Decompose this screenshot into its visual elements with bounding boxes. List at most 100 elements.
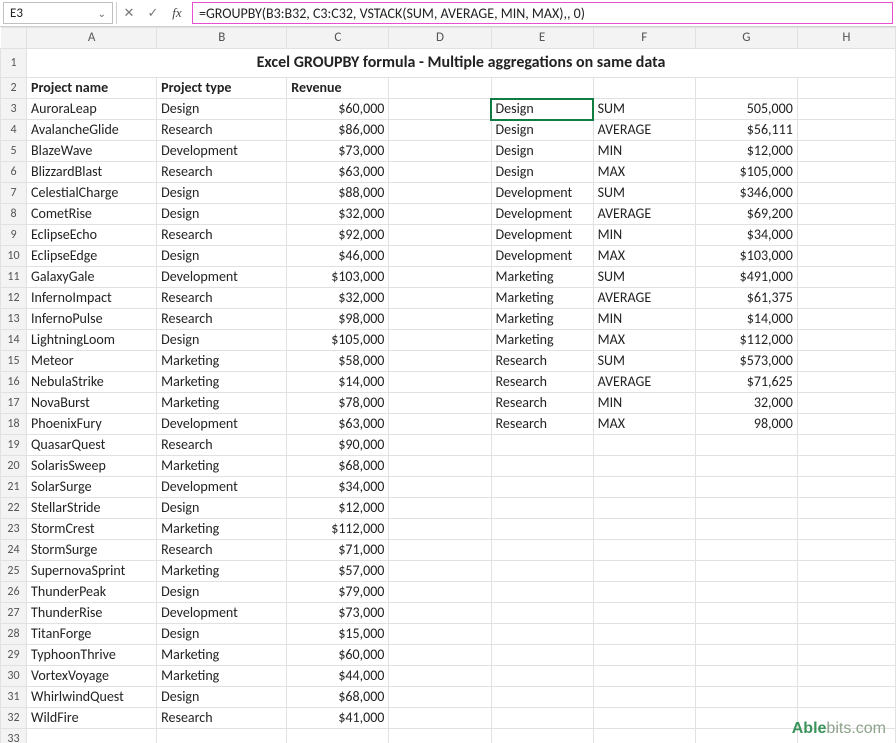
cell-group[interactable]: Design [491,141,593,162]
cell[interactable] [389,561,491,582]
cell-agg[interactable] [593,582,695,603]
cell-project-name[interactable]: Meteor [27,351,157,372]
cell-agg[interactable] [593,666,695,687]
cell-project-type[interactable]: Marketing [157,372,287,393]
row-header[interactable]: 17 [1,393,27,414]
cell-value[interactable] [695,687,797,708]
cell-agg[interactable]: SUM [593,183,695,204]
cell-project-name[interactable]: NovaBurst [27,393,157,414]
cell[interactable] [389,666,491,687]
cell-value[interactable] [695,456,797,477]
row-header[interactable]: 10 [1,246,27,267]
cell-revenue[interactable]: $71,000 [287,540,389,561]
cell-project-name[interactable]: InfernoImpact [27,288,157,309]
cell-project-type[interactable]: Research [157,309,287,330]
cell-revenue[interactable]: $73,000 [287,141,389,162]
cell-project-type[interactable]: Marketing [157,561,287,582]
cell-value[interactable] [695,666,797,687]
cell-value[interactable] [695,645,797,666]
cell-group[interactable] [491,519,593,540]
cell-group[interactable]: Design [491,162,593,183]
cell-agg[interactable]: AVERAGE [593,120,695,141]
formula-input[interactable]: =GROUPBY(B3:B32, C3:C32, VSTACK(SUM, AVE… [192,2,893,24]
cell[interactable] [491,78,593,99]
row-header[interactable]: 7 [1,183,27,204]
cell-project-name[interactable]: WhirlwindQuest [27,687,157,708]
cell-group[interactable]: Development [491,183,593,204]
col-header[interactable]: G [695,28,797,49]
row-header[interactable]: 4 [1,120,27,141]
cell-value[interactable] [695,498,797,519]
cell-value[interactable]: $56,111 [695,120,797,141]
cell-agg[interactable] [593,456,695,477]
cell-agg[interactable]: MAX [593,162,695,183]
cell-revenue[interactable]: $58,000 [287,351,389,372]
cell-value[interactable]: $12,000 [695,141,797,162]
cell-value[interactable]: $491,000 [695,267,797,288]
row-header[interactable]: 1 [1,49,27,78]
cell-project-name[interactable]: TitanForge [27,624,157,645]
cell-agg[interactable] [593,687,695,708]
fx-icon[interactable]: fx [165,2,189,24]
cell[interactable] [389,393,491,414]
row-header[interactable]: 9 [1,225,27,246]
cell-project-type[interactable]: Marketing [157,456,287,477]
header-revenue[interactable]: Revenue [287,78,389,99]
cell-value[interactable]: 32,000 [695,393,797,414]
cell-project-name[interactable]: SolarSurge [27,477,157,498]
cell-group[interactable]: Design [491,120,593,141]
cell-revenue[interactable]: $112,000 [287,519,389,540]
cell-value[interactable]: $61,375 [695,288,797,309]
row-header[interactable]: 26 [1,582,27,603]
cell-project-type[interactable]: Development [157,414,287,435]
cell[interactable] [389,603,491,624]
cell[interactable] [695,78,797,99]
cell-project-name[interactable]: BlazeWave [27,141,157,162]
cell-group[interactable]: Development [491,204,593,225]
chevron-down-icon[interactable]: ⌄ [98,7,106,20]
row-header[interactable]: 27 [1,603,27,624]
cell[interactable] [389,309,491,330]
cell-agg[interactable] [593,645,695,666]
cell-project-type[interactable]: Design [157,330,287,351]
cell-project-type[interactable]: Marketing [157,645,287,666]
row-header[interactable]: 30 [1,666,27,687]
cell-project-name[interactable]: AvalancheGlide [27,120,157,141]
cell-group[interactable]: Marketing [491,309,593,330]
cell-agg[interactable]: SUM [593,351,695,372]
cell[interactable] [389,351,491,372]
cell-project-type[interactable]: Design [157,246,287,267]
cell-revenue[interactable]: $68,000 [287,456,389,477]
cell[interactable] [389,372,491,393]
cell-agg[interactable]: SUM [593,99,695,120]
cell-revenue[interactable] [287,729,389,743]
cell-project-type[interactable]: Marketing [157,666,287,687]
cell-value[interactable]: $69,200 [695,204,797,225]
cell[interactable] [389,729,491,743]
cell-agg[interactable] [593,519,695,540]
cell-group[interactable]: Research [491,351,593,372]
cell[interactable] [797,624,895,645]
cell-agg[interactable]: AVERAGE [593,372,695,393]
cell-project-type[interactable]: Design [157,582,287,603]
cell-value[interactable] [695,540,797,561]
cell-agg[interactable]: AVERAGE [593,204,695,225]
cell-group[interactable]: Design [491,99,593,120]
cell-project-type[interactable]: Research [157,225,287,246]
row-header[interactable]: 11 [1,267,27,288]
cell-value[interactable] [695,519,797,540]
cell[interactable] [797,456,895,477]
cell-revenue[interactable]: $86,000 [287,120,389,141]
cell-value[interactable] [695,477,797,498]
cell-value[interactable]: $103,000 [695,246,797,267]
cell[interactable] [797,141,895,162]
cell[interactable] [389,435,491,456]
cell-revenue[interactable]: $90,000 [287,435,389,456]
cell-agg[interactable]: MIN [593,309,695,330]
cell-project-name[interactable]: StormSurge [27,540,157,561]
cell[interactable] [797,582,895,603]
cell[interactable] [389,246,491,267]
row-header[interactable]: 32 [1,708,27,729]
cell[interactable] [797,498,895,519]
cell-value[interactable] [695,708,797,729]
